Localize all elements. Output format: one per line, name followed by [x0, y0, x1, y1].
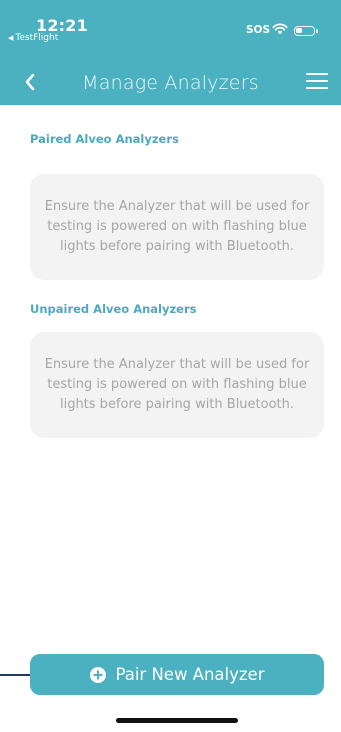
side-connector-line	[0, 674, 30, 676]
unpaired-analyzers-box: Ensure the Analyzer that will be used fo…	[30, 332, 324, 438]
home-indicator[interactable]	[116, 718, 238, 723]
section-title-unpaired: Unpaired Alveo Analyzers	[30, 302, 197, 316]
unpaired-analyzers-message: Ensure the Analyzer that will be used fo…	[44, 357, 310, 412]
pair-button-label: Pair New Analyzer	[115, 665, 265, 684]
header-background: 12:21 ◀ TestFlight SOS Manage Analyzers	[0, 0, 341, 105]
section-title-paired: Paired Alveo Analyzers	[30, 132, 179, 146]
back-to-app-link[interactable]: ◀ TestFlight	[8, 33, 58, 43]
status-bar: 12:21 ◀ TestFlight SOS	[0, 0, 341, 45]
paired-analyzers-box: Ensure the Analyzer that will be used fo…	[30, 174, 324, 280]
pair-new-analyzer-button[interactable]: Pair New Analyzer	[30, 654, 324, 695]
hamburger-menu-icon[interactable]	[306, 73, 328, 91]
back-triangle-icon: ◀	[8, 34, 14, 42]
sos-indicator: SOS	[246, 24, 271, 36]
battery-icon	[294, 26, 318, 36]
nav-bar: Manage Analyzers	[0, 64, 341, 106]
app-screen: 12:21 ◀ TestFlight SOS Manage Analyzers	[0, 0, 341, 732]
paired-analyzers-message: Ensure the Analyzer that will be used fo…	[44, 199, 310, 254]
wifi-icon	[272, 23, 288, 35]
plus-circle-icon	[89, 666, 106, 683]
back-app-label: TestFlight	[15, 33, 59, 43]
page-title: Manage Analyzers	[82, 72, 259, 94]
